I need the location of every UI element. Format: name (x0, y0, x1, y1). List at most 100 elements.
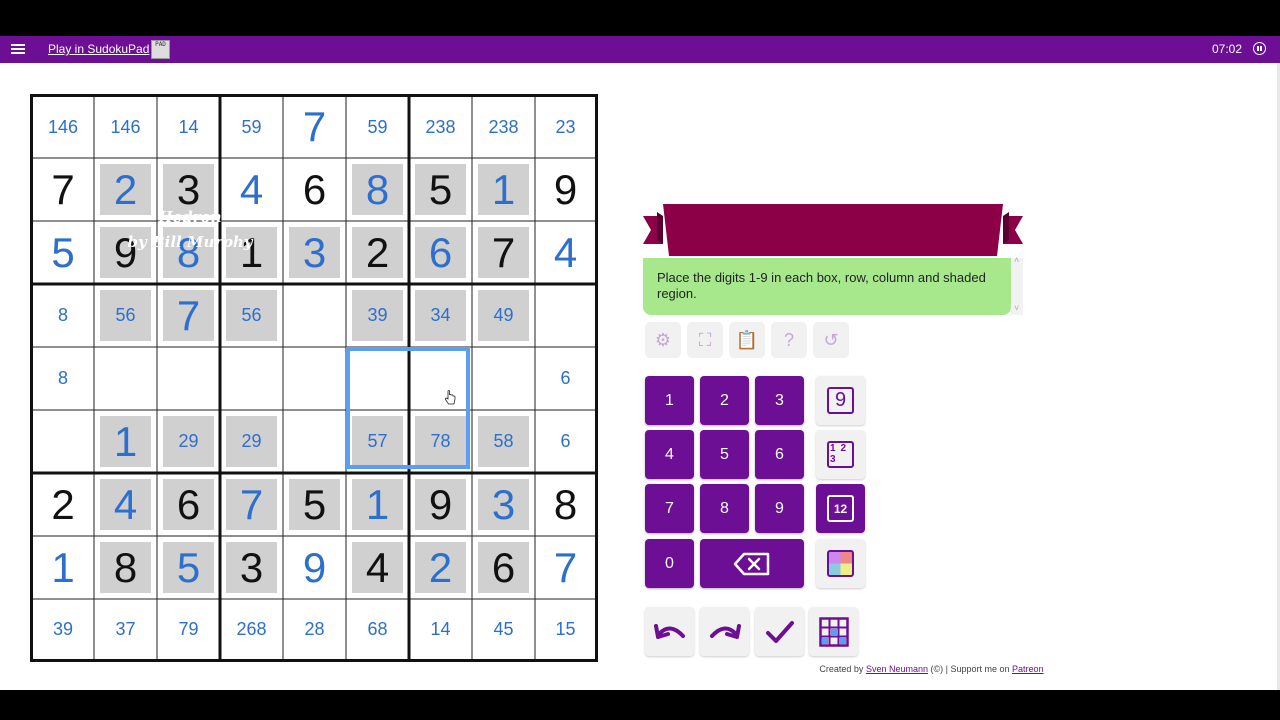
grid-cell-r6c8[interactable]: 58 (472, 410, 535, 473)
grid-cell-r8c6[interactable]: 4 (346, 536, 409, 599)
grid-cell-r4c7[interactable]: 34 (409, 284, 472, 347)
grid-cell-r6c5[interactable] (283, 410, 346, 473)
digit-3-button[interactable]: 3 (755, 376, 804, 425)
grid-cell-r7c6[interactable]: 1 (346, 473, 409, 536)
grid-cell-r1c4[interactable]: 59 (220, 96, 283, 158)
grid-cell-r9c3[interactable]: 79 (157, 599, 220, 660)
rules-scrollbar[interactable] (1011, 255, 1023, 315)
digit-2-button[interactable]: 2 (700, 376, 749, 425)
grid-cell-r6c6[interactable]: 57 (346, 410, 409, 473)
grid-cell-r2c9[interactable]: 9 (535, 158, 596, 221)
check-button[interactable] (755, 607, 804, 656)
grid-cell-r1c1[interactable]: 146 (32, 96, 94, 158)
grid-cell-r3c6[interactable]: 2 (346, 221, 409, 284)
grid-cell-r1c9[interactable]: 23 (535, 96, 596, 158)
corner-mode-button[interactable]: 12 3 (816, 430, 865, 479)
grid-cell-r1c2[interactable]: 146 (94, 96, 157, 158)
grid-cell-r2c7[interactable]: 5 (409, 158, 472, 221)
digit-7-button[interactable]: 7 (645, 484, 694, 533)
grid-cell-r2c8[interactable]: 1 (472, 158, 535, 221)
grid-cell-r5c7[interactable] (409, 347, 472, 410)
centre-mode-button[interactable]: 12 (816, 484, 865, 533)
grid-cell-r5c4[interactable] (220, 347, 283, 410)
delete-button[interactable] (700, 539, 804, 588)
digit-1-button[interactable]: 1 (645, 376, 694, 425)
patreon-link[interactable]: Patreon (1012, 664, 1044, 674)
grid-cell-r1c6[interactable]: 59 (346, 96, 409, 158)
grid-cell-r3c7[interactable]: 6 (409, 221, 472, 284)
grid-cell-r9c9[interactable]: 15 (535, 599, 596, 660)
grid-cell-r9c1[interactable]: 39 (32, 599, 94, 660)
grid-cell-r5c6[interactable] (346, 347, 409, 410)
grid-cell-r1c7[interactable]: 238 (409, 96, 472, 158)
digit-4-button[interactable]: 4 (645, 430, 694, 479)
play-in-sudokupad-link[interactable]: Play in SudokuPad (48, 42, 149, 56)
grid-cell-r3c8[interactable]: 7 (472, 221, 535, 284)
grid-cell-r5c9[interactable]: 6 (535, 347, 596, 410)
grid-cell-r3c9[interactable]: 4 (535, 221, 596, 284)
grid-cell-r4c3[interactable]: 7 (157, 284, 220, 347)
grid-cell-r7c7[interactable]: 9 (409, 473, 472, 536)
digit-8-button[interactable]: 8 (700, 484, 749, 533)
grid-cell-r6c3[interactable]: 29 (157, 410, 220, 473)
grid-cell-r5c1[interactable]: 8 (32, 347, 94, 410)
grid-cell-r5c3[interactable] (157, 347, 220, 410)
grid-cell-r4c6[interactable]: 39 (346, 284, 409, 347)
grid-cell-r1c3[interactable]: 14 (157, 96, 220, 158)
grid-cell-r5c8[interactable] (472, 347, 535, 410)
grid-cell-r4c9[interactable] (535, 284, 596, 347)
grid-cell-r6c4[interactable]: 29 (220, 410, 283, 473)
grid-cell-r6c1[interactable] (32, 410, 94, 473)
grid-cell-r8c3[interactable]: 5 (157, 536, 220, 599)
grid-cell-r4c8[interactable]: 49 (472, 284, 535, 347)
digit-0-button[interactable]: 0 (645, 539, 694, 588)
grid-cell-r9c4[interactable]: 268 (220, 599, 283, 660)
grid-cell-r5c5[interactable] (283, 347, 346, 410)
restart-icon[interactable]: ↺ (813, 322, 849, 358)
normal-mode-button[interactable]: 9 (816, 376, 865, 425)
settings-icon[interactable]: ⚙ (645, 322, 681, 358)
grid-cell-r3c2[interactable]: 9 (94, 221, 157, 284)
clipboard-icon[interactable]: 📋 (729, 322, 765, 358)
help-icon[interactable]: ? (771, 322, 807, 358)
digit-5-button[interactable]: 5 (700, 430, 749, 479)
digit-9-button[interactable]: 9 (755, 484, 804, 533)
grid-cell-r9c8[interactable]: 45 (472, 599, 535, 660)
grid-cell-r7c9[interactable]: 8 (535, 473, 596, 536)
grid-cell-r9c6[interactable]: 68 (346, 599, 409, 660)
color-mode-button[interactable] (816, 539, 865, 588)
grid-cell-r8c5[interactable]: 9 (283, 536, 346, 599)
grid-cell-r8c8[interactable]: 6 (472, 536, 535, 599)
grid-cell-r7c5[interactable]: 5 (283, 473, 346, 536)
grid-cell-r6c2[interactable]: 1 (94, 410, 157, 473)
grid-cell-r3c3[interactable]: 8 (157, 221, 220, 284)
grid-cell-r8c4[interactable]: 3 (220, 536, 283, 599)
grid-cell-r3c4[interactable]: 1 (220, 221, 283, 284)
grid-cell-r1c8[interactable]: 238 (472, 96, 535, 158)
grid-cell-r7c1[interactable]: 2 (32, 473, 94, 536)
grid-cell-r9c7[interactable]: 14 (409, 599, 472, 660)
digit-6-button[interactable]: 6 (755, 430, 804, 479)
grid-cell-r8c1[interactable]: 1 (32, 536, 94, 599)
grid-cell-r4c4[interactable]: 56 (220, 284, 283, 347)
grid-cell-r5c2[interactable] (94, 347, 157, 410)
grid-cell-r3c1[interactable]: 5 (32, 221, 94, 284)
grid-cell-r6c9[interactable]: 6 (535, 410, 596, 473)
grid-cell-r7c2[interactable]: 4 (94, 473, 157, 536)
grid-cell-r7c3[interactable]: 6 (157, 473, 220, 536)
grid-cell-r8c2[interactable]: 8 (94, 536, 157, 599)
grid-cell-r7c8[interactable]: 3 (472, 473, 535, 536)
fullscreen-icon[interactable]: ⛶ (687, 322, 723, 358)
grid-tool-button[interactable] (809, 607, 858, 656)
grid-cell-r4c2[interactable]: 56 (94, 284, 157, 347)
pause-icon[interactable] (1253, 42, 1266, 55)
grid-cell-r8c7[interactable]: 2 (409, 536, 472, 599)
grid-cell-r7c4[interactable]: 7 (220, 473, 283, 536)
grid-cell-r6c7[interactable]: 78 (409, 410, 472, 473)
grid-cell-r4c5[interactable] (283, 284, 346, 347)
redo-button[interactable] (700, 607, 749, 656)
grid-cell-r9c5[interactable]: 28 (283, 599, 346, 660)
grid-cell-r4c1[interactable]: 8 (32, 284, 94, 347)
undo-button[interactable] (645, 607, 694, 656)
author-link[interactable]: Sven Neumann (866, 664, 928, 674)
